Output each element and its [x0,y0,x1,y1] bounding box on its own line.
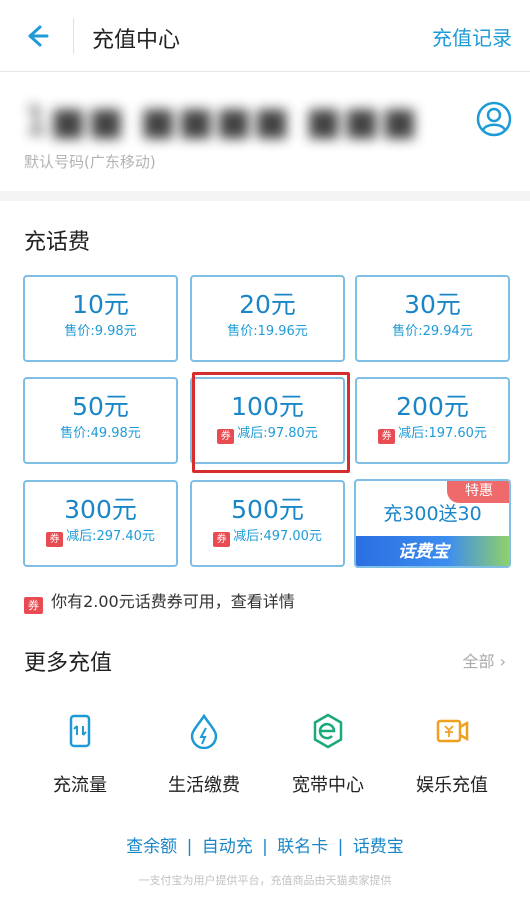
phone-data-icon [69,714,91,748]
recharge-price-line: 券减后:97.80元 [192,426,343,444]
phone-number-input[interactable]: 1■■ ■■■■ ■■■ [24,99,419,143]
service-utility-bills[interactable]: 生活缴费 [149,713,259,797]
service-label: 充流量 [53,775,107,796]
top-navigation-bar: 充值中心 充值记录 [0,0,530,72]
view-all-label: 全部 [462,652,495,671]
coupon-badge: 券 [213,532,231,547]
page-title: 充值中心 [92,28,181,53]
contacts-avatar-icon[interactable] [476,101,512,137]
coupon-note-text: 你有2.00元话费券可用，查看详情 [51,592,295,611]
view-all-link[interactable]: 全部 › [462,648,506,672]
special-offer-badge: 特惠 [447,481,509,503]
recharge-price: 减后:297.40元 [66,529,155,544]
promo-recharge-card[interactable]: 充300送30 特惠 话费宝 [354,479,511,568]
link-separator: | [337,837,344,857]
service-data-recharge[interactable]: 充流量 [25,713,135,797]
coupon-available-note[interactable]: 券 你有2.00元话费券可用，查看详情 [24,588,295,614]
recharge-price: 售价:29.94元 [392,324,473,339]
recharge-option-100[interactable]: 100元 券减后:97.80元 [190,377,345,464]
recharge-amount: 200元 [396,392,469,421]
service-broadband-center[interactable]: 宽带中心 [273,713,383,797]
header-divider [73,18,74,54]
bill-treasure-link[interactable]: 话费宝 [353,837,404,857]
coupon-badge: 券 [24,597,43,614]
platform-disclaimer: 一支付宝为用户提供平台，充值商品由天猫卖家提供 [138,874,392,887]
service-label: 生活缴费 [168,775,240,796]
broadband-e-icon [313,713,343,749]
recharge-price: 减后:497.00元 [233,529,322,544]
chevron-right-icon: › [499,652,506,671]
promo-banner-label: 话费宝 [398,542,449,562]
co-branded-card-link[interactable]: 联名卡 [277,837,328,857]
link-separator: | [262,837,268,857]
more-recharge-title: 更多充值 [24,651,113,676]
recharge-option-20[interactable]: 20元 售价:19.96元 [190,275,345,362]
recharge-section-title: 充话费 [24,230,91,255]
recharge-option-30[interactable]: 30元 售价:29.94元 [355,275,510,362]
link-separator: | [186,837,193,857]
service-label: 宽带中心 [292,775,364,796]
recharge-option-200[interactable]: 200元 券减后:197.60元 [355,377,510,464]
back-arrow-icon[interactable] [20,20,52,52]
recharge-option-500[interactable]: 500元 券减后:497.00元 [190,480,345,567]
entertainment-ticket-icon [436,719,469,743]
recharge-amount: 300元 [64,495,137,524]
recharge-price-line: 券减后:497.00元 [192,529,343,547]
service-label: 娱乐充值 [416,775,488,796]
check-balance-link[interactable]: 查余额 [126,837,177,857]
recharge-price-line: 券减后:297.40元 [25,529,176,547]
phone-carrier-hint: 默认号码(广东移动) [24,153,156,171]
recharge-amount: 500元 [231,495,304,524]
recharge-price: 售价:19.96元 [227,324,308,339]
recharge-history-link[interactable]: 充值记录 [432,22,512,51]
recharge-option-50[interactable]: 50元 售价:49.98元 [23,377,178,464]
recharge-price: 售价:49.98元 [60,426,141,441]
recharge-option-300[interactable]: 300元 券减后:297.40元 [23,480,178,567]
recharge-amount: 20元 [239,290,296,319]
recharge-amount: 100元 [231,392,304,421]
coupon-badge: 券 [217,429,235,444]
recharge-option-10[interactable]: 10元 售价:9.98元 [23,275,178,362]
recharge-price: 减后:197.60元 [398,426,487,441]
recharge-amount: 10元 [72,290,129,319]
recharge-price: 减后:97.80元 [237,426,318,441]
promo-banner: 话费宝 [356,536,509,566]
recharge-price: 售价:9.98元 [64,324,137,339]
auto-recharge-link[interactable]: 自动充 [202,837,253,857]
water-drop-bolt-icon [190,713,218,749]
bottom-links: 查余额 | 自动充 | 联名卡 | 话费宝 [0,832,530,857]
promo-text: 充300送30 [383,503,482,525]
phone-number-section: 1■■ ■■■■ ■■■ 默认号码(广东移动) [0,73,530,191]
recharge-price-line: 券减后:197.60元 [357,426,508,444]
coupon-badge: 券 [46,532,64,547]
coupon-badge: 券 [378,429,396,444]
recharge-amount: 50元 [72,392,129,421]
service-entertainment[interactable]: 娱乐充值 [397,713,507,797]
recharge-amount: 30元 [404,290,461,319]
section-divider [0,191,530,201]
